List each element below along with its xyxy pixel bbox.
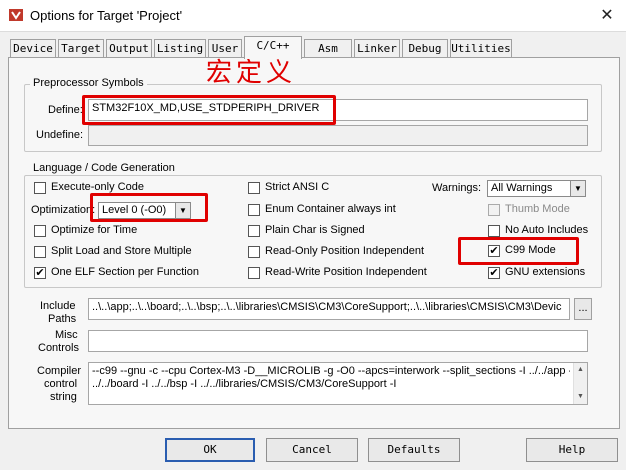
warnings-dropdown-icon[interactable]: ▼	[570, 180, 586, 197]
split-load-checkbox[interactable]	[34, 246, 46, 258]
tab-asm[interactable]: Asm	[304, 39, 352, 58]
defaults-button[interactable]: Defaults	[368, 438, 460, 462]
scroll-up-icon[interactable]: ▲	[574, 363, 587, 377]
title-bar: Options for Target 'Project' ✕	[0, 0, 626, 32]
scroll-down-icon[interactable]: ▼	[574, 390, 587, 404]
tab-utilities[interactable]: Utilities	[450, 39, 512, 58]
codegen-title: Language / Code Generation	[30, 162, 178, 174]
optimize-time-checkbox[interactable]	[34, 225, 46, 237]
app-icon	[9, 9, 23, 21]
warnings-select[interactable]: All Warnings	[487, 180, 571, 197]
tab-device[interactable]: Device	[10, 39, 56, 58]
include-label-line1: Include	[40, 300, 76, 312]
misc-label-line2: Controls	[38, 342, 79, 354]
plain-char-label: Plain Char is Signed	[265, 224, 365, 236]
enum-container-label: Enum Container always int	[265, 203, 396, 215]
no-auto-includes-checkbox[interactable]	[488, 225, 500, 237]
optimize-time-label: Optimize for Time	[51, 224, 138, 236]
compiler-label-line2: control	[44, 378, 78, 390]
misc-label-line1: Misc	[55, 329, 78, 341]
tab-debug[interactable]: Debug	[402, 39, 448, 58]
rw-position-label: Read-Write Position Independent	[265, 266, 427, 278]
include-browse-button[interactable]: ...	[574, 298, 592, 320]
undefine-input[interactable]	[88, 125, 588, 146]
enum-container-checkbox[interactable]	[248, 204, 260, 216]
compiler-label-line1: Compiler	[37, 365, 82, 377]
gnu-extensions-label: GNU extensions	[505, 266, 586, 278]
compiler-scrollbar[interactable]: ▲ ▼	[573, 363, 587, 404]
close-icon[interactable]: ✕	[596, 6, 618, 26]
rw-position-checkbox[interactable]	[248, 267, 260, 279]
tab-bar: Device Target Output Listing User C/C++ …	[0, 32, 626, 59]
tab-target[interactable]: Target	[58, 39, 104, 58]
thumb-mode-label: Thumb Mode	[505, 203, 570, 215]
one-elf-label: One ELF Section per Function	[51, 266, 199, 278]
execute-only-checkbox[interactable]	[34, 182, 46, 194]
compiler-line-1: --c99 --gnu -c --cpu Cortex-M3 -D__MICRO…	[92, 365, 570, 377]
execute-only-label: Execute-only Code	[51, 181, 144, 193]
split-load-label: Split Load and Store Multiple	[51, 245, 192, 257]
tab-output[interactable]: Output	[106, 39, 152, 58]
ro-position-label: Read-Only Position Independent	[265, 245, 424, 257]
window-title: Options for Target 'Project'	[30, 8, 183, 23]
optimization-label: Optimization:	[31, 204, 96, 216]
include-paths-input[interactable]: ..\..\app;..\..\board;..\..\bsp;..\..\li…	[88, 298, 570, 320]
help-button[interactable]: Help	[526, 438, 618, 462]
warnings-label: Warnings:	[432, 182, 482, 194]
gnu-extensions-checkbox[interactable]: ✔	[488, 267, 500, 279]
preprocessor-title: Preprocessor Symbols	[30, 77, 147, 89]
define-label: Define:	[48, 104, 83, 116]
c99-highlight-box	[458, 237, 579, 265]
optimization-highlight-box	[90, 193, 208, 222]
compiler-label-line3: string	[50, 391, 77, 403]
undefine-label: Undefine:	[36, 129, 84, 141]
plain-char-checkbox[interactable]	[248, 225, 260, 237]
misc-controls-input[interactable]	[88, 330, 588, 352]
one-elf-checkbox[interactable]: ✔	[34, 267, 46, 279]
thumb-mode-checkbox	[488, 204, 500, 216]
tab-c-cpp[interactable]: C/C++	[244, 36, 302, 59]
no-auto-includes-label: No Auto Includes	[505, 224, 589, 236]
ro-position-checkbox[interactable]	[248, 246, 260, 258]
include-label-line2: Paths	[48, 313, 77, 325]
ok-button[interactable]: OK	[165, 438, 255, 462]
strict-ansi-checkbox[interactable]	[248, 182, 260, 194]
tab-listing[interactable]: Listing	[154, 39, 206, 58]
cancel-button[interactable]: Cancel	[266, 438, 358, 462]
tab-linker[interactable]: Linker	[354, 39, 400, 58]
compiler-control-text[interactable]: --c99 --gnu -c --cpu Cortex-M3 -D__MICRO…	[88, 362, 588, 405]
compiler-line-2: ../../board -I ../../bsp -I ../../librar…	[92, 378, 397, 390]
strict-ansi-label: Strict ANSI C	[265, 181, 330, 193]
define-highlight-box	[82, 95, 336, 125]
